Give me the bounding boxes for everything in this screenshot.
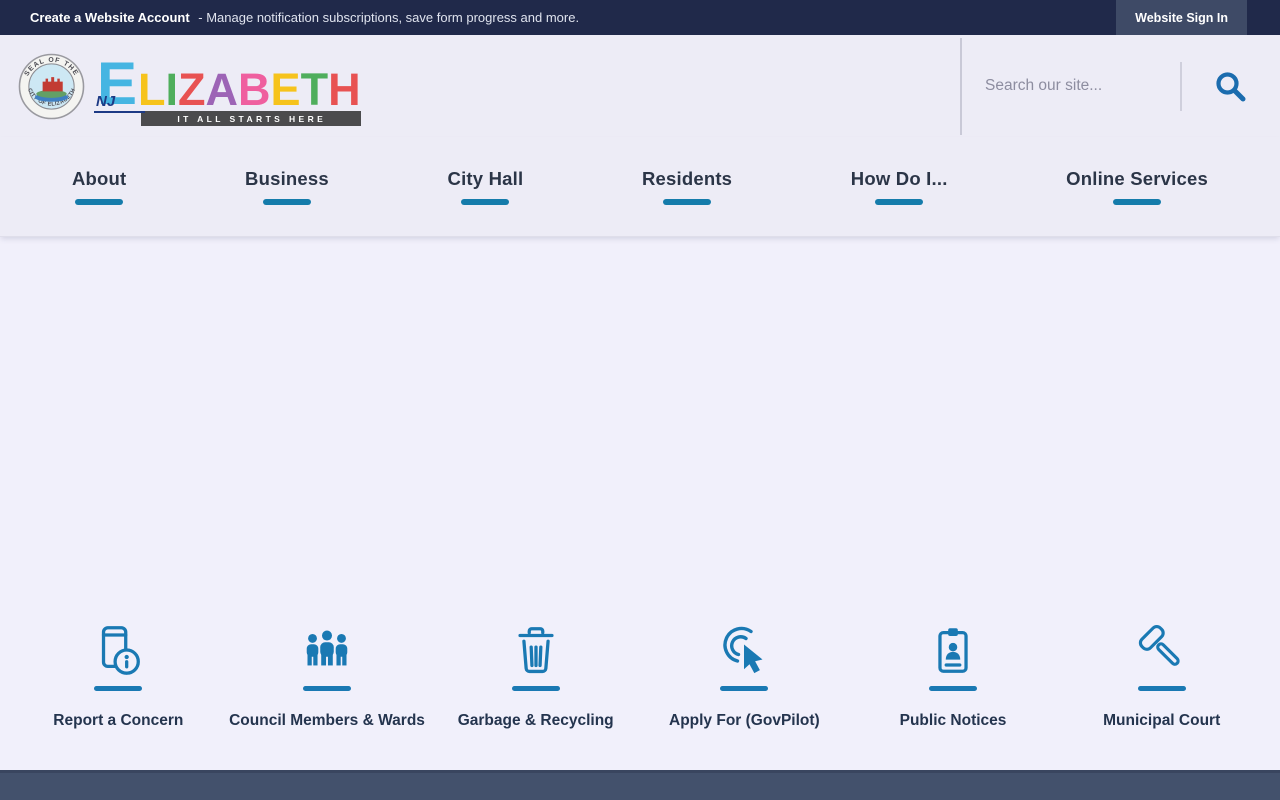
site-logo[interactable]: SEAL OF THE CITY OF ELIZABETH E L I Z A … (18, 46, 361, 126)
logo-letter: T (301, 71, 329, 110)
nav-item-residents[interactable]: Residents (642, 168, 732, 205)
nav-item-about[interactable]: About (72, 168, 126, 205)
logo-letter: H (328, 71, 361, 110)
create-account-link[interactable]: Create a Website Account (30, 10, 190, 25)
logo-tagline: IT ALL STARTS HERE (141, 111, 361, 126)
city-seal-icon: SEAL OF THE CITY OF ELIZABETH (18, 53, 85, 120)
logo-letter: A (206, 71, 239, 110)
footer-bar (0, 770, 1280, 800)
top-utility-bar: Create a Website Account - Manage notifi… (0, 0, 1280, 35)
logo-state-abbr: NJ (94, 93, 145, 113)
quick-link-garbage-recycling[interactable]: Garbage & Recycling (431, 611, 640, 730)
search-icon (1214, 70, 1247, 103)
logo-letter: Z (178, 71, 206, 110)
site-header: SEAL OF THE CITY OF ELIZABETH E L I Z A … (0, 35, 1280, 137)
nav-underline (75, 199, 123, 205)
site-search (960, 35, 1280, 137)
main-navigation: About Business City Hall Residents How D… (0, 137, 1280, 237)
logo-letter: E (271, 71, 301, 110)
quick-link-public-notices[interactable]: Public Notices (849, 611, 1058, 730)
quick-links-row: Report a Concern (14, 611, 1266, 730)
quick-link-municipal-court[interactable]: Municipal Court (1057, 611, 1266, 730)
quick-link-report-a-concern[interactable]: Report a Concern (14, 611, 223, 730)
website-sign-in-button[interactable]: Website Sign In (1116, 0, 1247, 35)
quick-link-apply-for-govpilot[interactable]: Apply For (GovPilot) (640, 611, 849, 730)
quick-link-underline (94, 686, 142, 691)
main-content: Report a Concern (0, 237, 1280, 770)
nav-item-online-services[interactable]: Online Services (1066, 168, 1208, 205)
trash-icon (508, 623, 564, 677)
quick-link-underline (512, 686, 560, 691)
quick-link-underline (929, 686, 977, 691)
clipboard-notice-icon (925, 623, 981, 677)
nav-underline (1113, 199, 1161, 205)
tap-apply-icon (714, 623, 774, 677)
nav-underline (875, 199, 923, 205)
gavel-icon (1133, 623, 1191, 677)
account-promo-description: - Manage notification subscriptions, sav… (198, 10, 579, 25)
search-input[interactable] (962, 77, 1180, 95)
nav-underline (263, 199, 311, 205)
search-divider (1180, 62, 1182, 111)
account-promo-text: Create a Website Account - Manage notifi… (30, 10, 579, 25)
logo-letter: I (166, 71, 179, 110)
nav-item-business[interactable]: Business (245, 168, 329, 205)
nav-item-city-hall[interactable]: City Hall (448, 168, 524, 205)
nav-underline (461, 199, 509, 205)
quick-link-council-members[interactable]: Council Members & Wards (223, 611, 432, 730)
search-button[interactable] (1198, 54, 1262, 118)
logo-letter: B (238, 71, 271, 110)
mobile-report-icon (90, 623, 146, 677)
quick-link-underline (1138, 686, 1186, 691)
logo-wordmark: E L I Z A B E T H IT ALL STARTS HERE NJ (97, 46, 361, 126)
nav-underline (663, 199, 711, 205)
quick-link-underline (720, 686, 768, 691)
council-people-icon (299, 623, 355, 677)
nav-item-how-do-i[interactable]: How Do I... (851, 168, 948, 205)
quick-link-underline (303, 686, 351, 691)
